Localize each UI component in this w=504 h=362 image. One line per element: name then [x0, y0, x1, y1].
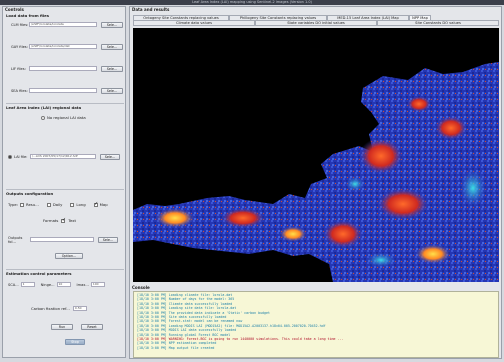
- lai-file-radio[interactable]: [8, 154, 12, 159]
- divider: [6, 189, 124, 190]
- lai-section-title: Leaf Area Index (LAI) regional data: [6, 105, 82, 110]
- type-map-label: Map: [99, 202, 108, 207]
- type-daily-label: Daily: [52, 202, 63, 207]
- tab-site-constants[interactable]: Site Constants DO values: [377, 20, 499, 26]
- param-imax-label: Imax...: [76, 282, 89, 287]
- data-results-title: Data and results: [132, 7, 170, 12]
- type-map-checkbox[interactable]: [93, 201, 98, 207]
- lif-file-input[interactable]: [29, 66, 97, 71]
- outputs-folder-input[interactable]: [30, 237, 94, 242]
- data-results-panel: Data and results Ontogeny Site Constants…: [129, 6, 502, 359]
- carbon-row: Carbon fixation ref... 0.50: [31, 306, 87, 311]
- no-regional-option[interactable]: No regional LAI data: [41, 115, 86, 120]
- sea-file-input[interactable]: [29, 88, 97, 93]
- no-regional-label: No regional LAI data: [47, 115, 86, 120]
- sea-label: SEA files:: [11, 88, 28, 93]
- formats-label: Formats: [43, 218, 59, 223]
- divider: [6, 103, 124, 104]
- clm-select-button[interactable]: Sele...: [101, 21, 123, 28]
- lif-file-row: LIF files: Sele...: [11, 65, 123, 72]
- param-sca-input[interactable]: 1: [20, 282, 35, 287]
- lai-file-input[interactable]: /...LDS 2007/05/17/12/R12.hdf: [30, 154, 96, 159]
- type-results-label: Resu...: [26, 202, 39, 207]
- type-label: Type:: [8, 202, 18, 207]
- formats-text-label: Text: [68, 218, 77, 223]
- param-imax-input[interactable]: 100: [90, 282, 105, 287]
- gay-file-row: GAY files: /shPF/lorolata/lorolata/dat S…: [11, 43, 123, 50]
- results-tabs: Ontogeny Site Constants replacing values…: [133, 15, 499, 26]
- stop-button[interactable]: Stop: [65, 339, 85, 345]
- tab-climate-data[interactable]: Climate data values: [133, 20, 255, 26]
- lai-file-row: LAI file: /...LDS 2007/05/17/12/R12.hdf …: [8, 153, 124, 160]
- param-sca-label: SCA...: [8, 282, 19, 287]
- outputs-section-title: Outputs configuration: [6, 191, 54, 196]
- clm-file-row: CLM files: /shPF/lorolata/lorolata Sele.…: [11, 21, 123, 28]
- console-log[interactable]: [18/10 3:00 PM] Loading climate file: lo…: [133, 291, 499, 358]
- controls-panel: Controls Load data from files CLM files:…: [2, 6, 126, 358]
- type-long-checkbox[interactable]: [70, 202, 75, 207]
- console-line: [18/10 3:00 PM] Map output file created: [137, 345, 215, 350]
- sea-select-button[interactable]: Sele...: [101, 87, 123, 94]
- options-button[interactable]: Option...: [55, 253, 83, 259]
- type-long-label: Long: [76, 202, 86, 207]
- carbon-label: Carbon fixation ref...: [31, 306, 70, 311]
- sea-file-row: SEA files: Sele...: [11, 87, 123, 94]
- param-ninge-input[interactable]: 10: [56, 282, 71, 287]
- divider: [6, 269, 124, 270]
- clm-file-input[interactable]: /shPF/lorolata/lorolata: [29, 22, 97, 27]
- window-titlebar: Leaf Area Index (LAI) mapping using Sent…: [0, 0, 504, 5]
- lai-select-button[interactable]: Sele...: [100, 153, 120, 160]
- lif-select-button[interactable]: Sele...: [101, 65, 123, 72]
- run-button[interactable]: Run: [51, 324, 73, 330]
- tab-state-variables[interactable]: State variables DO initial values: [255, 20, 377, 26]
- param-ninge-label: Ninge...: [40, 282, 55, 287]
- load-section-title: Load data from files: [6, 13, 49, 18]
- lai-file-label: LAI file:: [14, 154, 28, 159]
- params-row: SCA... 1 Ninge... 10 Imax... 100: [8, 282, 105, 287]
- formats-text-checkbox[interactable]: [61, 217, 66, 223]
- reset-button[interactable]: Reset: [81, 324, 103, 330]
- type-results-checkbox[interactable]: [20, 202, 24, 207]
- outputs-folder-label: Outputs fol...: [8, 235, 23, 244]
- outputs-folder-row: Outputs fol... Sele...: [8, 235, 124, 244]
- outputs-select-button[interactable]: Sele...: [98, 236, 118, 243]
- gay-select-button[interactable]: Sele...: [101, 43, 123, 50]
- formats-row: Formats Text: [43, 217, 77, 223]
- type-daily-checkbox[interactable]: [46, 202, 51, 207]
- lif-label: LIF files:: [11, 66, 26, 71]
- carbon-input[interactable]: 0.50: [72, 306, 87, 311]
- clm-label: CLM files:: [11, 22, 29, 27]
- console-panel: Console [18/10 3:00 PM] Loading climate …: [130, 285, 501, 358]
- type-row: Type: Resu... Daily Long Map: [8, 201, 108, 207]
- window-title: Leaf Area Index (LAI) mapping using Sent…: [192, 0, 312, 4]
- gay-file-input[interactable]: /shPF/lorolata/lorolata/dat: [29, 44, 97, 49]
- estimation-section-title: Estimation control parameters: [6, 271, 72, 276]
- npp-map-graphic: [133, 62, 499, 282]
- npp-map-image: [133, 28, 499, 282]
- no-regional-radio[interactable]: [41, 115, 45, 120]
- gay-label: GAY files:: [11, 44, 28, 49]
